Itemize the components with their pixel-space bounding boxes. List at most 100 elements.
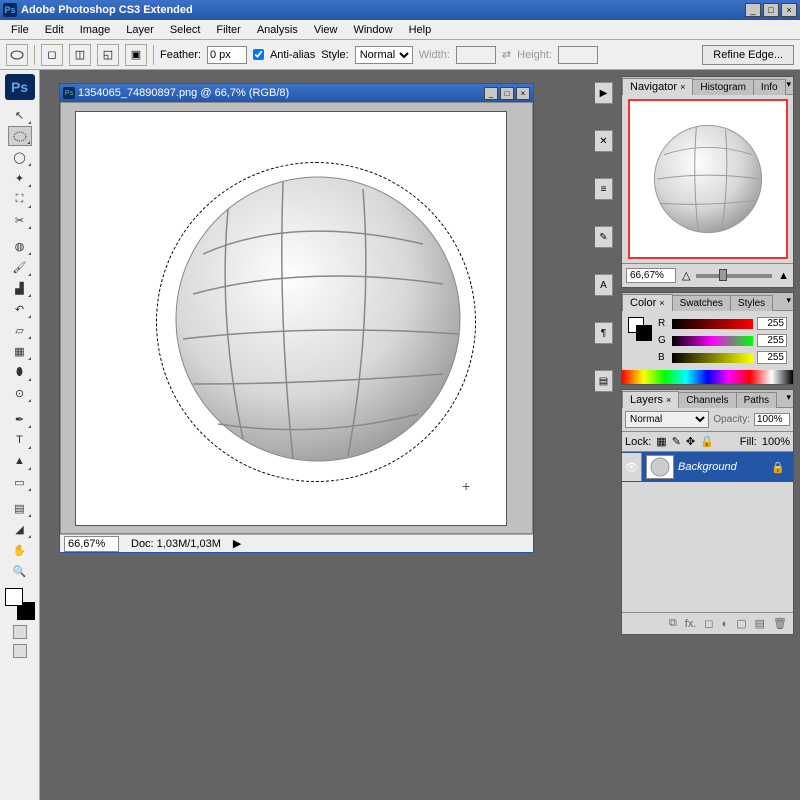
fill-field[interactable]: 100% [762,436,790,448]
lock-all-icon[interactable]: 🔒 [700,435,714,448]
quickmask-toggle[interactable] [13,625,27,639]
tab-paths[interactable]: Paths [736,392,778,408]
history-brush-tool[interactable]: ↶ [8,299,32,319]
path-select-tool[interactable]: ▲ [8,451,32,471]
menu-image[interactable]: Image [73,22,118,38]
dock-char-icon[interactable]: ≡ [595,178,613,200]
menu-help[interactable]: Help [402,22,439,38]
menu-view[interactable]: View [307,22,345,38]
new-layer-icon[interactable]: ▤ [755,617,765,630]
tool-preset-icon[interactable] [6,44,28,66]
dock-arrow-icon[interactable]: ▶ [595,82,613,104]
slice-tool[interactable]: ✂ [8,210,32,230]
zoom-tool[interactable]: 🔍 [8,561,32,581]
zoom-slider[interactable] [696,274,772,278]
zoom-field[interactable]: 66,67% [64,536,119,552]
dock-brush-icon[interactable]: ✎ [595,226,613,248]
notes-tool[interactable]: ▤ [8,498,32,518]
menu-edit[interactable]: Edit [38,22,71,38]
canvas[interactable]: + [75,111,507,526]
tab-layers[interactable]: Layers× [622,391,679,408]
layer-row-background[interactable]: 👁 Background 🔒 [622,452,793,482]
g-value[interactable]: 255 [757,334,787,347]
delete-layer-icon[interactable]: 🗑 [773,617,787,630]
type-tool[interactable]: T [8,430,32,450]
selection-intersect-icon[interactable]: ▣ [125,44,147,66]
tab-color[interactable]: Color× [622,294,673,311]
refine-edge-button[interactable]: Refine Edge... [702,45,794,65]
zoom-out-icon[interactable]: △ [682,269,690,282]
panel-menu-icon[interactable]: ▾ [786,392,791,403]
selection-add-icon[interactable]: ◫ [69,44,91,66]
close-button[interactable]: × [781,3,797,17]
zoom-in-icon[interactable]: ▲ [778,270,789,282]
pen-tool[interactable]: ✒ [8,409,32,429]
brush-tool[interactable]: 🖌 [8,257,32,277]
maximize-button[interactable]: □ [763,3,779,17]
eraser-tool[interactable]: ▱ [8,320,32,340]
foreground-swatch[interactable] [5,588,23,606]
document-titlebar[interactable]: Ps1354065_74890897.png @ 66,7% (RGB/8) _… [60,84,533,102]
selection-new-icon[interactable]: ◻ [41,44,63,66]
tab-channels[interactable]: Channels [678,392,736,408]
dock-text-icon[interactable]: A [595,274,613,296]
shape-tool[interactable]: ▭ [8,472,32,492]
menu-window[interactable]: Window [346,22,399,38]
doc-close-button[interactable]: × [516,87,530,100]
marquee-tool[interactable] [8,126,32,146]
doc-maximize-button[interactable]: □ [500,87,514,100]
layer-thumbnail[interactable] [646,455,674,479]
menu-analysis[interactable]: Analysis [250,22,305,38]
adjustment-layer-icon[interactable]: ◐ [722,618,729,630]
screenmode-toggle[interactable] [13,644,27,658]
dock-layers-icon[interactable]: ▤ [595,370,613,392]
b-slider[interactable] [672,353,753,363]
heal-tool[interactable]: ◍ [8,236,32,256]
feather-input[interactable] [207,46,247,64]
dock-tools-icon[interactable]: ✕ [595,130,613,152]
menu-layer[interactable]: Layer [119,22,161,38]
wand-tool[interactable]: ✦ [8,168,32,188]
layer-mask-icon[interactable]: ◻ [704,617,713,630]
doc-minimize-button[interactable]: _ [484,87,498,100]
dodge-tool[interactable]: ⊙ [8,383,32,403]
lock-pixels-icon[interactable]: ▦ [656,435,666,448]
panel-menu-icon[interactable]: ▾ [786,79,791,90]
tab-navigator[interactable]: Navigator× [622,78,693,95]
panel-menu-icon[interactable]: ▾ [786,295,791,306]
antialias-checkbox[interactable] [253,49,264,60]
navigator-preview[interactable] [628,99,788,259]
tab-swatches[interactable]: Swatches [672,295,731,311]
crop-tool[interactable]: ⛶ [8,189,32,209]
lock-paint-icon[interactable]: ✎ [672,435,681,448]
r-value[interactable]: 255 [757,317,787,330]
eyedropper-tool[interactable]: ◢ [8,519,32,539]
tab-info[interactable]: Info [753,79,786,95]
blur-tool[interactable]: ⬮ [8,362,32,382]
link-layers-icon[interactable]: ⧉ [669,617,677,630]
move-tool[interactable]: ↖ [8,105,32,125]
r-slider[interactable] [672,319,753,329]
layer-style-icon[interactable]: fx. [685,618,697,630]
menu-select[interactable]: Select [163,22,208,38]
layer-name[interactable]: Background [678,461,737,473]
stamp-tool[interactable]: ▟ [8,278,32,298]
color-spectrum[interactable] [622,370,793,384]
selection-subtract-icon[interactable]: ◱ [97,44,119,66]
lock-position-icon[interactable]: ✥ [686,435,695,448]
tab-histogram[interactable]: Histogram [692,79,754,95]
menu-file[interactable]: File [4,22,36,38]
lasso-tool[interactable]: ◯ [8,147,32,167]
dock-para-icon[interactable]: ¶ [595,322,613,344]
b-value[interactable]: 255 [757,351,787,364]
group-icon[interactable]: ▢ [736,617,746,630]
color-swatches[interactable] [5,588,35,620]
visibility-toggle-icon[interactable]: 👁 [622,453,642,481]
gradient-tool[interactable]: ▦ [8,341,32,361]
style-select[interactable]: Normal [355,46,413,64]
g-slider[interactable] [672,336,753,346]
hand-tool[interactable]: ✋ [8,540,32,560]
status-arrow-icon[interactable]: ▶ [233,537,241,550]
color-swatch-pair[interactable] [628,317,652,341]
navigator-zoom-field[interactable]: 66,67% [626,268,676,283]
